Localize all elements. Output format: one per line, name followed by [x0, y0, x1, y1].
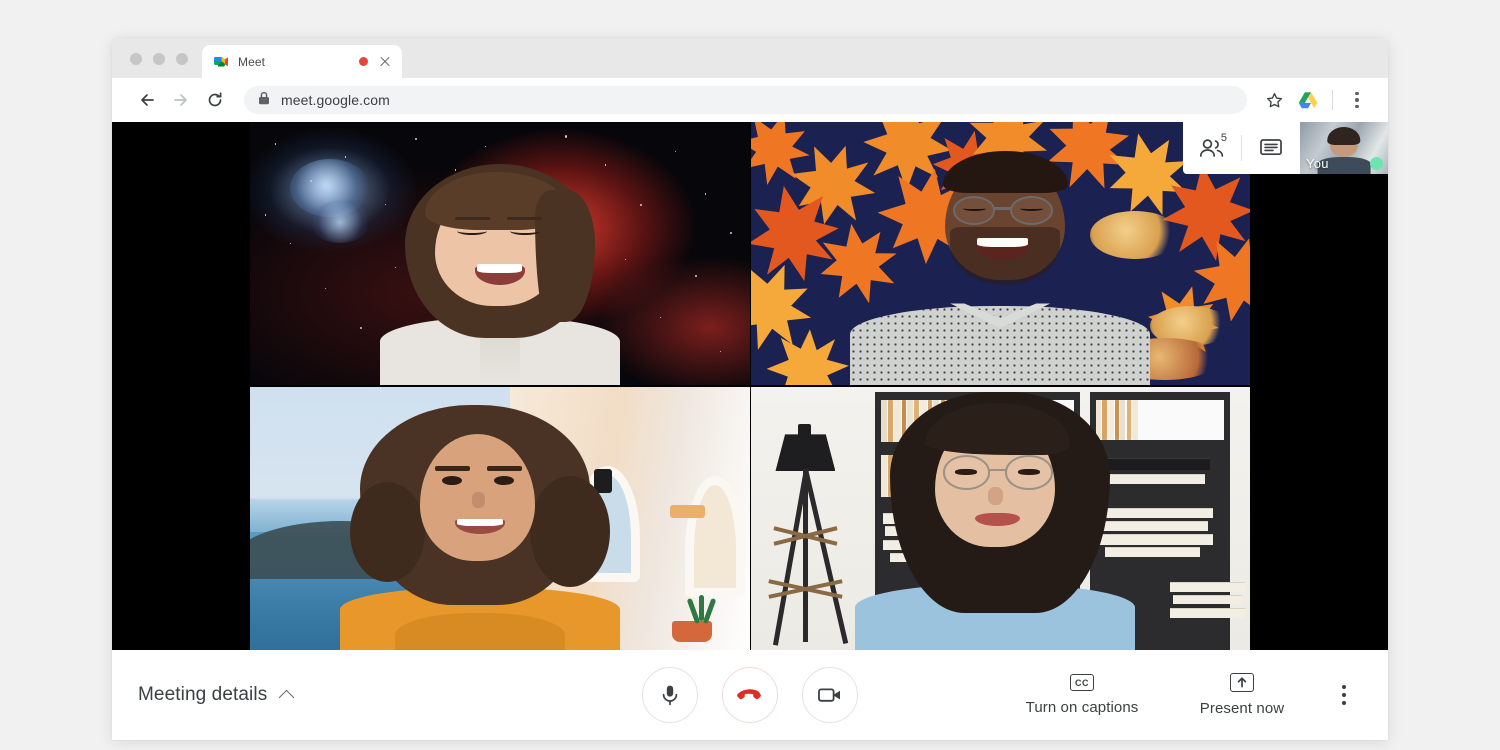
bookmark-star-icon[interactable]	[1257, 83, 1291, 117]
participant-1-hair-side	[535, 190, 595, 322]
screen: Meet	[0, 0, 1500, 750]
turn-on-captions-button[interactable]: CC Turn on captions	[1002, 674, 1162, 716]
participant-tile-4[interactable]	[751, 387, 1251, 650]
video-stage: 5 You	[112, 122, 1388, 650]
participant-grid	[250, 122, 1250, 650]
forward-button[interactable]	[164, 83, 198, 117]
participant-4-eye-left	[955, 469, 977, 475]
participant-1-brow-left	[455, 217, 490, 221]
window-controls[interactable]	[112, 53, 202, 78]
participant-1-brow-right	[507, 217, 542, 221]
camera-icon	[817, 685, 843, 705]
chat-button[interactable]	[1242, 122, 1300, 174]
participant-4-nose	[988, 487, 1003, 505]
captions-label: Turn on captions	[1026, 699, 1139, 716]
chat-bubble-icon	[1259, 137, 1283, 159]
three-dot-menu-icon	[1355, 92, 1358, 108]
lock-icon	[258, 91, 270, 110]
participant-4-glasses-bridge	[989, 469, 1006, 471]
close-tab-icon[interactable]	[377, 54, 393, 70]
browser-tab-meet[interactable]: Meet	[202, 45, 402, 78]
participant-3-nose	[472, 492, 485, 508]
participant-3-brow-right	[487, 466, 522, 471]
meet-control-bar: Meeting details	[112, 650, 1388, 740]
participant-2-figure	[751, 122, 1251, 385]
participant-3-hair-curl-right	[530, 476, 610, 586]
participant-4-eye-right	[1018, 469, 1040, 475]
reload-arrow-icon	[205, 90, 225, 110]
call-controls	[642, 667, 858, 723]
participant-2-teeth	[977, 238, 1028, 247]
url-text: meet.google.com	[281, 92, 390, 108]
maximize-window-button[interactable]	[176, 53, 188, 65]
back-arrow-icon	[137, 90, 157, 110]
browser-toolbar: meet.google.com	[112, 78, 1388, 122]
meeting-details-button[interactable]: Meeting details	[138, 684, 294, 706]
minimize-window-button[interactable]	[153, 53, 165, 65]
back-button[interactable]	[130, 83, 164, 117]
end-call-icon	[736, 686, 764, 704]
participant-3-figure	[250, 387, 750, 650]
participant-3-brow-left	[435, 466, 470, 471]
participant-3-teeth	[457, 519, 503, 527]
microphone-button[interactable]	[642, 667, 698, 723]
present-screen-icon	[1230, 673, 1254, 692]
participant-1-eye-right	[510, 227, 540, 235]
participant-4-figure	[751, 387, 1251, 650]
google-drive-extension-icon[interactable]	[1291, 83, 1325, 117]
close-window-button[interactable]	[130, 53, 142, 65]
toolbar-right-actions	[1257, 83, 1374, 117]
meet-right-actions: CC Turn on captions Present now	[1002, 673, 1366, 717]
present-now-button[interactable]: Present now	[1162, 673, 1322, 717]
end-call-button[interactable]	[722, 667, 778, 723]
participant-3-hair-curl-left	[350, 482, 425, 582]
participant-1-figure	[250, 122, 750, 385]
tab-title: Meet	[238, 55, 350, 69]
browser-menu-button[interactable]	[1340, 83, 1374, 117]
three-dot-menu-icon	[1342, 683, 1346, 707]
microphone-icon	[659, 683, 681, 707]
present-label: Present now	[1200, 700, 1284, 717]
address-bar[interactable]: meet.google.com	[244, 86, 1247, 114]
google-meet-favicon-icon	[213, 54, 229, 70]
self-view-mic-indicator	[1370, 157, 1383, 170]
self-view-thumbnail[interactable]: You	[1300, 122, 1388, 174]
more-options-button[interactable]	[1322, 683, 1366, 707]
participants-count-badge: 5	[1221, 133, 1227, 144]
toolbar-divider	[1332, 90, 1333, 110]
participant-2-glasses-bridge	[994, 207, 1011, 209]
tab-strip: Meet	[112, 38, 1388, 78]
participant-tile-3[interactable]	[250, 387, 750, 650]
participant-2-hair	[943, 151, 1068, 193]
closed-captions-icon: CC	[1070, 674, 1094, 691]
chevron-up-icon	[280, 688, 294, 702]
self-view-label: You	[1306, 156, 1329, 171]
meeting-details-label: Meeting details	[138, 684, 267, 706]
participant-tile-1[interactable]	[250, 122, 750, 385]
participants-button[interactable]: 5	[1183, 122, 1241, 174]
recording-dot-icon[interactable]	[359, 57, 368, 66]
participant-3-hood	[395, 613, 565, 650]
camera-button[interactable]	[802, 667, 858, 723]
forward-arrow-icon	[171, 90, 191, 110]
participant-1-teeth	[477, 264, 522, 273]
participant-2-torso	[850, 306, 1150, 385]
reload-button[interactable]	[198, 83, 232, 117]
meet-top-right-overlay: 5 You	[1183, 122, 1388, 174]
browser-window: Meet	[112, 38, 1388, 740]
participant-tile-2[interactable]	[751, 122, 1251, 385]
